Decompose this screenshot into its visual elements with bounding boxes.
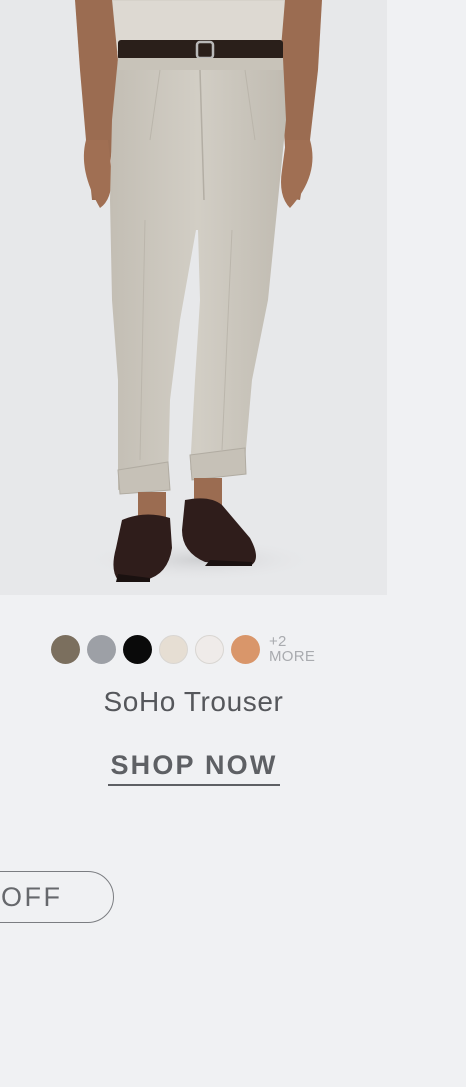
color-swatches: +2 MORE — [51, 634, 315, 664]
trouser-model-illustration — [75, 0, 322, 582]
swatch-grey[interactable] — [87, 634, 116, 664]
page: +2 MORE SoHo Trouser SHOP NOW OFF — [0, 0, 466, 1087]
shop-now-link[interactable]: SHOP NOW — [108, 750, 280, 786]
swatch-black[interactable] — [123, 634, 152, 664]
more-count: +2 — [269, 633, 287, 650]
swatch-off-white[interactable] — [195, 634, 224, 664]
discount-pill-button[interactable]: OFF — [0, 871, 114, 923]
swatch-tan[interactable] — [231, 634, 260, 664]
swatch-olive-brown[interactable] — [51, 634, 80, 664]
product-image[interactable] — [0, 0, 387, 595]
more-colors-link[interactable]: +2 MORE — [269, 634, 315, 664]
discount-pill-label: OFF — [1, 881, 63, 912]
more-label: MORE — [269, 648, 316, 665]
product-name[interactable]: SoHo Trouser — [0, 686, 387, 718]
swatch-stone[interactable] — [159, 634, 188, 664]
